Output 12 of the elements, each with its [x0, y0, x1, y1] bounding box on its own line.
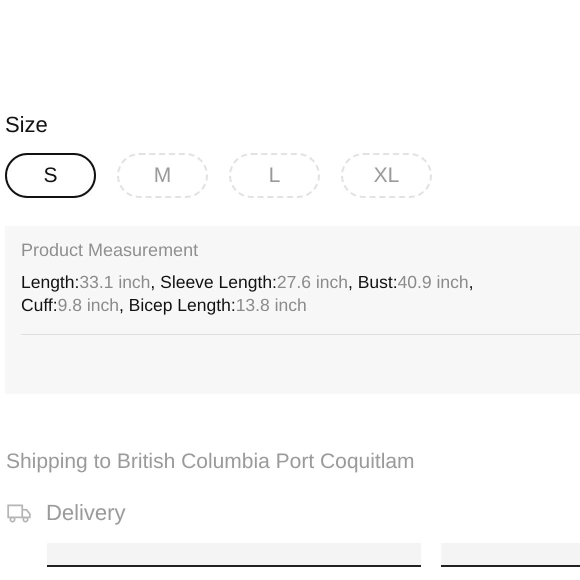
- shipping-card[interactable]: [47, 543, 422, 567]
- measurement-title: Product Measurement: [21, 240, 200, 261]
- size-label: Size: [4, 112, 49, 139]
- size-option[interactable]: L: [229, 153, 320, 198]
- size-option[interactable]: S: [5, 153, 96, 198]
- measurement-text: Length:33.1 inch, Sleeve Length:27.6 inch, Bust:40.9 inch, Cuff:9.8 inch, Bicep Length:13.8 inch: [21, 271, 474, 317]
- truck-icon: [6, 502, 32, 524]
- shipping-card[interactable]: [441, 543, 580, 567]
- delivery-label: Delivery: [46, 500, 126, 526]
- size-option[interactable]: M: [117, 153, 208, 198]
- shipping-destination: Shipping to British Columbia Port Coquitlam: [6, 450, 416, 474]
- size-option[interactable]: XL: [341, 153, 432, 198]
